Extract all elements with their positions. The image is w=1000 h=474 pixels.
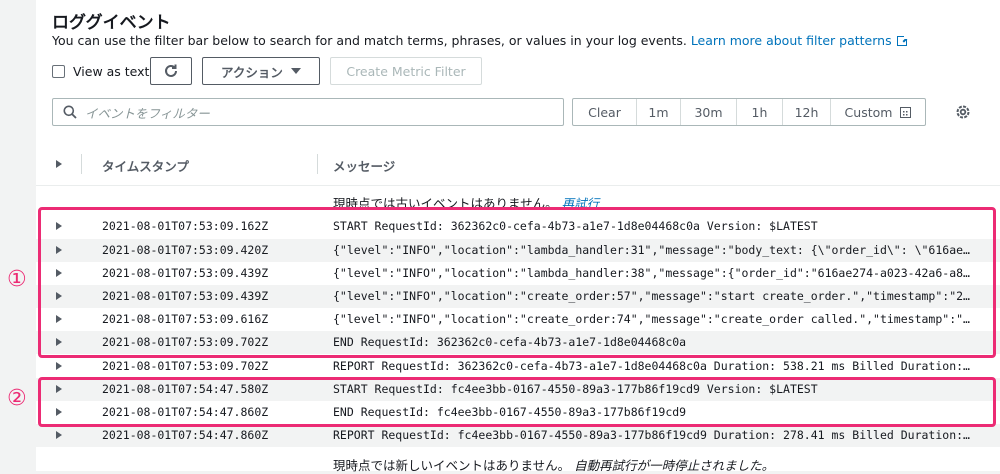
create-metric-filter-label: Create Metric Filter xyxy=(346,63,466,79)
search-icon xyxy=(63,105,77,119)
event-timestamp: 2021-08-01T07:54:47.860Z xyxy=(102,428,269,442)
time-1m-label: 1m xyxy=(648,104,669,120)
annotation-marker-2: ② xyxy=(7,386,27,411)
event-message: REPORT RequestId: fc4ee3bb-0167-4550-89a… xyxy=(333,428,973,442)
annotation-marker-1: ① xyxy=(7,267,27,292)
log-event-row[interactable]: 2021-08-01T07:54:47.860Z REPORT RequestId… xyxy=(36,424,1000,447)
expand-row-icon[interactable] xyxy=(56,362,62,370)
time-1h-button[interactable]: 1h xyxy=(737,99,783,125)
time-custom-button[interactable]: Custom xyxy=(831,99,925,125)
page-subtitle: You can use the filter bar below to sear… xyxy=(52,33,909,48)
column-divider xyxy=(81,154,82,174)
time-clear-label: Clear xyxy=(588,104,621,120)
calendar-icon xyxy=(900,106,912,118)
page-title: ロググイベント xyxy=(52,13,171,33)
highlight-box-group-1 xyxy=(38,207,996,358)
message-column-header[interactable]: メッセージ xyxy=(333,156,395,175)
event-timestamp: 2021-08-01T07:53:09.702Z xyxy=(102,359,269,373)
learn-more-link[interactable]: Learn more about filter patterns xyxy=(691,33,909,48)
refresh-button[interactable] xyxy=(150,57,192,85)
column-divider xyxy=(317,154,318,174)
time-clear-button[interactable]: Clear xyxy=(573,99,637,125)
time-30m-label: 30m xyxy=(694,104,723,120)
view-as-text-label: View as text xyxy=(73,64,150,79)
log-event-row[interactable]: 2021-08-01T07:53:09.702Z REPORT RequestId… xyxy=(36,355,1000,378)
expand-all-icon[interactable] xyxy=(56,160,62,168)
timestamp-column-header[interactable]: タイムスタンプ xyxy=(102,156,189,175)
expand-row-icon[interactable] xyxy=(56,431,62,439)
action-label: アクション xyxy=(221,64,283,80)
time-30m-button[interactable]: 30m xyxy=(681,99,737,125)
time-12h-label: 12h xyxy=(794,104,819,120)
time-1h-label: 1h xyxy=(751,104,768,120)
gear-icon[interactable] xyxy=(954,103,972,121)
time-range-selector: Clear 1m 30m 1h 12h Custom xyxy=(572,98,926,126)
filter-events-input[interactable]: イベントをフィルター xyxy=(52,98,564,126)
time-1m-button[interactable]: 1m xyxy=(637,99,681,125)
time-12h-button[interactable]: 12h xyxy=(783,99,831,125)
view-as-text-toggle[interactable]: View as text xyxy=(52,64,149,79)
newer-events-notice: 現時点では新しいイベントはありません。 自動再試行が一時停止されました。 xyxy=(333,455,774,474)
view-as-text-checkbox[interactable] xyxy=(52,65,65,78)
event-message: REPORT RequestId: 362362c0-cefa-4b73-a1e… xyxy=(333,359,973,373)
time-custom-label: Custom xyxy=(844,104,893,120)
learn-more-link-label[interactable]: Learn more about filter patterns xyxy=(691,33,892,48)
caret-down-icon xyxy=(290,68,301,74)
filter-events-placeholder: イベントをフィルター xyxy=(85,105,210,121)
highlight-box-group-2 xyxy=(38,377,996,427)
table-header: タイムスタンプ メッセージ xyxy=(36,142,1000,186)
action-dropdown[interactable]: アクション xyxy=(202,57,320,85)
subtitle-text: You can use the filter bar below to sear… xyxy=(52,33,687,48)
external-link-icon xyxy=(896,34,909,46)
create-metric-filter-button[interactable]: Create Metric Filter xyxy=(330,57,482,85)
refresh-icon xyxy=(165,64,177,77)
